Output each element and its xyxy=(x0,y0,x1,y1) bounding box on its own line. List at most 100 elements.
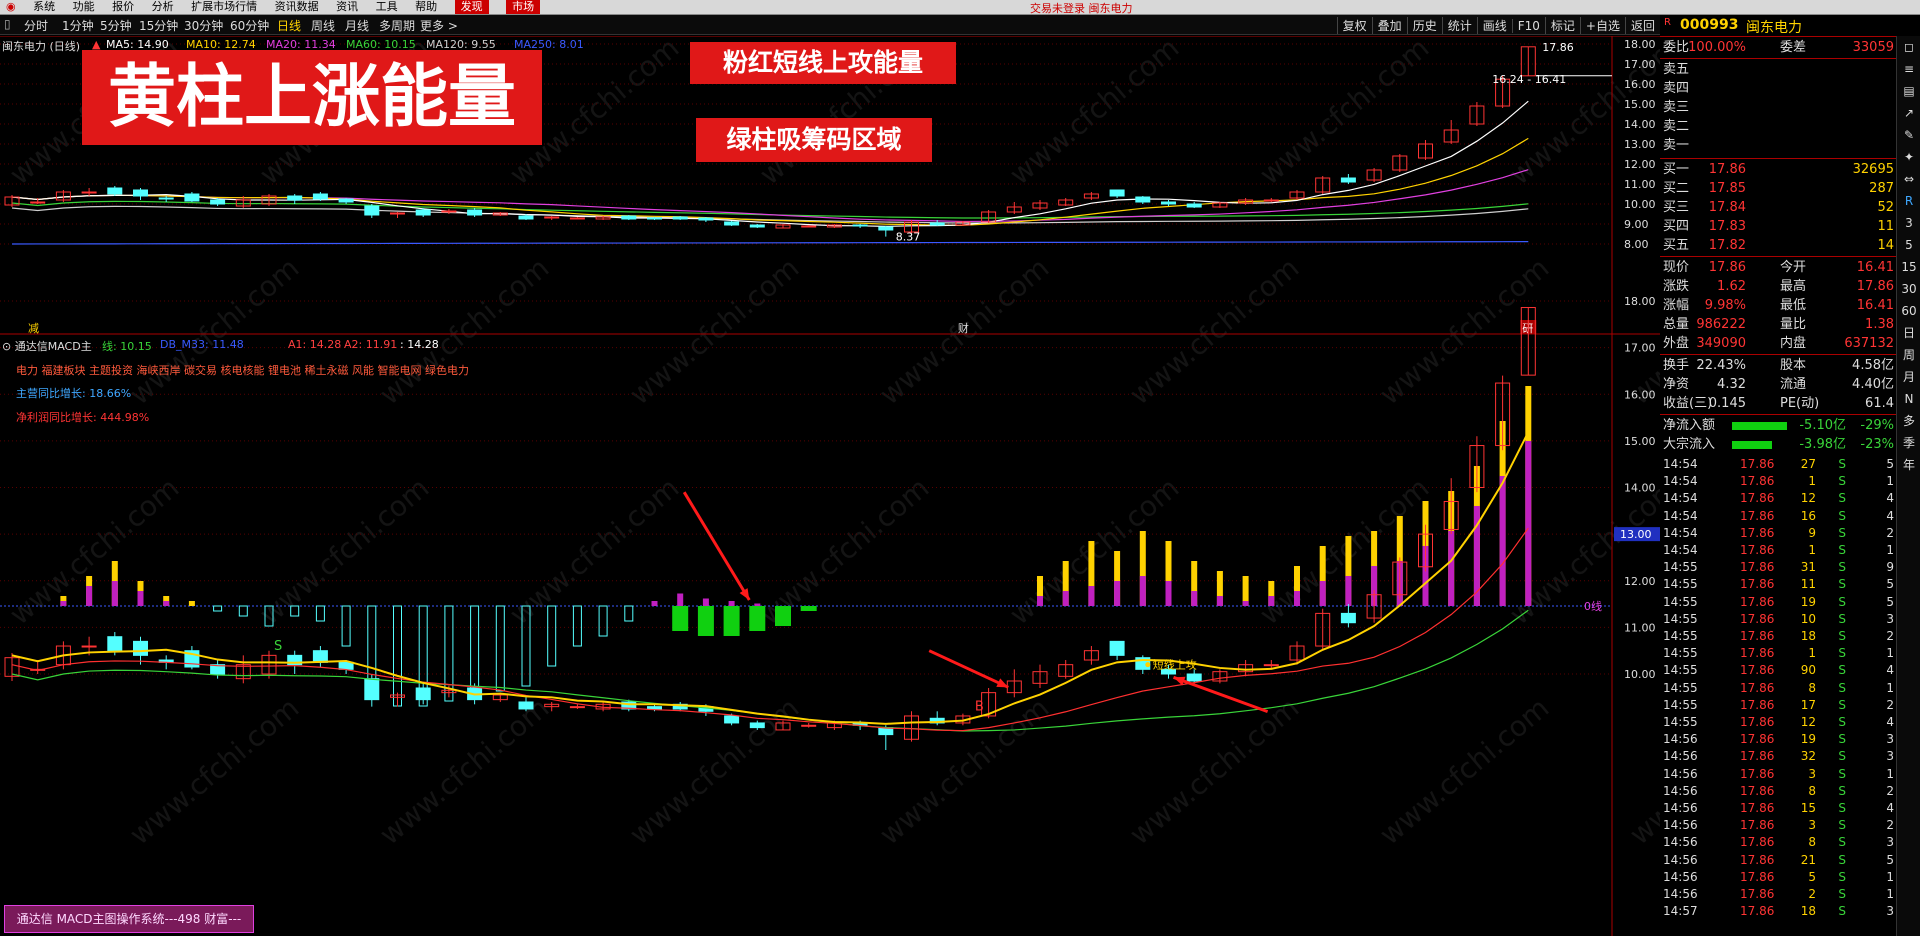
period-tab-monthly[interactable]: 月线 xyxy=(345,17,369,34)
sidebar-period-日[interactable]: 日 xyxy=(1897,322,1920,344)
trade-bs: S xyxy=(1838,783,1846,798)
sidebar-tool-icon[interactable]: ✦ xyxy=(1897,146,1920,168)
menu-data[interactable]: 资讯数据 xyxy=(275,0,319,14)
sidebar-tool-icon[interactable]: ⇔ xyxy=(1897,168,1920,190)
rights-adjust-button[interactable]: 复权 xyxy=(1336,17,1372,34)
menu-system[interactable]: 系统 xyxy=(33,0,55,14)
menu-news[interactable]: 资讯 xyxy=(336,0,358,14)
sidebar-tool-icon[interactable]: ✎ xyxy=(1897,124,1920,146)
add-watchlist-button[interactable]: +自选 xyxy=(1579,17,1625,34)
period-tab-30min[interactable]: 30分钟 xyxy=(184,17,223,34)
sidebar-tool-icon[interactable]: ◻ xyxy=(1897,36,1920,58)
trade-n: 3 xyxy=(1886,732,1894,747)
stock-header: R 000993 闽东电力 xyxy=(1660,15,1920,37)
tick-trade-row: 14:55 17.86 1 S 1 xyxy=(1660,645,1896,662)
trade-vol: 1 xyxy=(1808,646,1816,661)
pink-energy-bar xyxy=(1448,531,1455,606)
period-tab-timeshare[interactable]: 分时 xyxy=(24,17,48,34)
menu-discover[interactable]: 发现 xyxy=(454,0,489,14)
menu-analysis[interactable]: 分析 xyxy=(152,0,174,14)
fund-row-v1: 22.43% xyxy=(1696,358,1746,373)
a1-legend: A1: 14.28 xyxy=(288,338,342,351)
sidebar-period-季[interactable]: 季 xyxy=(1897,432,1920,454)
candle-body xyxy=(569,706,585,709)
trade-n: 4 xyxy=(1886,491,1894,506)
stat-row-lbl2: 今开 xyxy=(1780,260,1807,275)
sidebar-period-月[interactable]: 月 xyxy=(1897,366,1920,388)
lower-y-tick: 11.00 xyxy=(1624,621,1656,634)
indicator-system-tag[interactable]: 通达信 MACD主图操作系统---498 财富--- xyxy=(4,905,254,933)
candle-body xyxy=(1263,199,1279,202)
overlay-button[interactable]: 叠加 xyxy=(1371,17,1407,34)
trade-bs: S xyxy=(1838,697,1846,712)
history-button[interactable]: 历史 xyxy=(1406,17,1442,34)
sidebar-period-周[interactable]: 周 xyxy=(1897,344,1920,366)
menu-quote[interactable]: 报价 xyxy=(112,0,134,14)
menu-market[interactable]: 市场 xyxy=(506,0,541,14)
trade-price: 17.86 xyxy=(1740,783,1775,798)
period-tab-1min[interactable]: 1分钟 xyxy=(62,17,94,34)
trade-n: 5 xyxy=(1886,594,1894,609)
sidebar-tool-icon[interactable]: ▤ xyxy=(1897,80,1920,102)
period-tab-weekly[interactable]: 周线 xyxy=(311,17,335,34)
stat-row-v2: 16.41 xyxy=(1856,260,1894,275)
candle-body xyxy=(30,201,46,204)
menu-function[interactable]: 功能 xyxy=(73,0,95,14)
sidebar-tool-icon[interactable]: ≡ xyxy=(1897,58,1920,80)
pink-energy-bar xyxy=(1319,581,1326,606)
sidebar-period-3[interactable]: 3 xyxy=(1897,212,1920,234)
tick-trade-row: 14:55 17.86 8 S 1 xyxy=(1660,680,1896,697)
tick-trade-row: 14:56 17.86 5 S 1 xyxy=(1660,869,1896,886)
bid-row: 买三 17.84 52 xyxy=(1660,198,1896,217)
sidebar-period-年[interactable]: 年 xyxy=(1897,454,1920,476)
menu-tools[interactable]: 工具 xyxy=(376,0,398,14)
candle-body xyxy=(390,212,405,215)
trade-vol: 21 xyxy=(1800,852,1816,867)
chart-tool-buttons: 复权 叠加 历史 统计 画线 F10 标记 +自选 返回 xyxy=(1336,17,1660,34)
candle-body xyxy=(441,210,457,213)
statistics-button[interactable]: 统计 xyxy=(1441,17,1477,34)
green-accumulation-bar xyxy=(697,606,714,636)
sidebar-period-R[interactable]: R xyxy=(1897,190,1920,212)
back-button[interactable]: 返回 xyxy=(1624,17,1660,34)
sidebar-period-N[interactable]: N xyxy=(1897,388,1920,410)
tick-trade-row: 14:55 17.86 31 S 9 xyxy=(1660,559,1896,576)
draw-line-button[interactable]: 画线 xyxy=(1476,17,1512,34)
watermark-text: www.cfchi.com xyxy=(1253,471,1435,631)
trade-vol: 3 xyxy=(1808,818,1816,833)
menu-ext-market[interactable]: 扩展市场行情 xyxy=(191,0,257,14)
pink-energy-bar xyxy=(111,581,118,606)
sidebar-tool-icon[interactable]: ↗ xyxy=(1897,102,1920,124)
bid-row-lbl: 买五 xyxy=(1663,238,1690,253)
sidebar-period-5[interactable]: 5 xyxy=(1897,234,1920,256)
candle-body xyxy=(878,226,894,231)
tick-trade-row: 14:56 17.86 8 S 3 xyxy=(1660,834,1896,851)
settings-dot-icon[interactable]: ⊙ xyxy=(2,340,15,353)
trade-bs: S xyxy=(1838,801,1846,815)
period-tab-60min[interactable]: 60分钟 xyxy=(230,17,269,34)
period-tab-multi[interactable]: 多周期 xyxy=(379,17,415,34)
menu-help[interactable]: 帮助 xyxy=(415,0,437,14)
stat-row-v2: 637132 xyxy=(1844,336,1894,351)
kline-charts[interactable]: www.cfchi.com www.cfchi.com www.cfchi.com w… xyxy=(0,36,1660,936)
upper-y-tick: 13.00 xyxy=(1624,138,1656,151)
toolbar-toggle-icon[interactable]: ▯ xyxy=(4,17,11,31)
period-tab-daily[interactable]: 日线 xyxy=(277,17,301,34)
sidebar-period-60[interactable]: 60 xyxy=(1897,300,1920,322)
period-tab-5min[interactable]: 5分钟 xyxy=(100,17,132,34)
tick-trade-row: 14:55 17.86 90 S 4 xyxy=(1660,662,1896,679)
period-tab-15min[interactable]: 15分钟 xyxy=(139,17,178,34)
sidebar-period-15[interactable]: 15 xyxy=(1897,256,1920,278)
period-tab-more[interactable]: 更多 > xyxy=(420,17,458,34)
watermark-text: www.cfchi.com xyxy=(503,471,685,631)
trade-price: 17.86 xyxy=(1740,818,1775,833)
trade-bs: S xyxy=(1838,474,1846,489)
trade-n: 1 xyxy=(1886,543,1894,557)
candle-body xyxy=(364,205,380,216)
trade-price: 17.86 xyxy=(1740,629,1775,643)
f10-button[interactable]: F10 xyxy=(1511,19,1545,33)
sidebar-period-30[interactable]: 30 xyxy=(1897,278,1920,300)
pink-energy-bar xyxy=(1242,601,1249,606)
sidebar-period-多[interactable]: 多 xyxy=(1897,410,1920,432)
mark-button[interactable]: 标记 xyxy=(1544,17,1580,34)
